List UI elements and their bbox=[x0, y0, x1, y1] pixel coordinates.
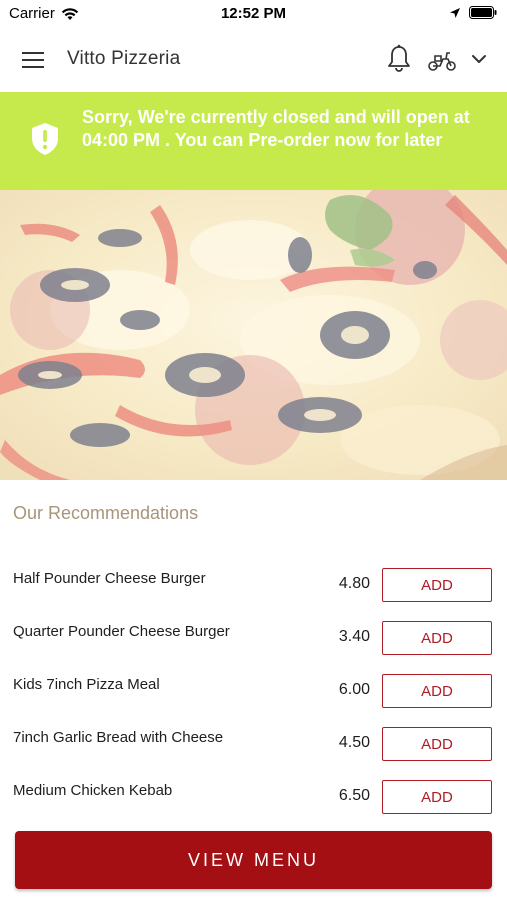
item-price: 3.40 bbox=[338, 628, 370, 645]
add-button[interactable]: ADD bbox=[382, 727, 492, 761]
add-button[interactable]: ADD bbox=[382, 674, 492, 708]
item-name: Half Pounder Cheese Burger bbox=[13, 570, 206, 587]
item-price: 6.50 bbox=[338, 787, 370, 804]
status-time: 12:52 PM bbox=[220, 5, 287, 22]
status-right bbox=[449, 6, 497, 19]
item-name: Quarter Pounder Cheese Burger bbox=[13, 623, 230, 640]
item-name: Medium Chicken Kebab bbox=[13, 782, 173, 799]
hero-overlay bbox=[0, 190, 507, 480]
item-price: 4.50 bbox=[338, 734, 370, 751]
view-menu-button[interactable]: VIEW MENU bbox=[15, 831, 492, 889]
app-header: Vitto Pizzeria bbox=[0, 28, 507, 92]
add-button[interactable]: ADD bbox=[382, 568, 492, 602]
closed-banner: Sorry, We're currently closed and will o… bbox=[0, 92, 507, 190]
shield-alert-icon bbox=[32, 123, 58, 155]
hero-pizza-image bbox=[0, 190, 507, 480]
status-bar: Carrier 12:52 PM bbox=[0, 0, 507, 28]
list-item: 7inch Garlic Bread with Cheese 4.50 ADD bbox=[0, 719, 507, 772]
list-item: Medium Chicken Kebab 6.50 ADD bbox=[0, 772, 507, 825]
chevron-down-icon[interactable] bbox=[470, 50, 488, 68]
hamburger-menu-icon[interactable] bbox=[20, 48, 48, 72]
list-item: Kids 7inch Pizza Meal 6.00 ADD bbox=[0, 666, 507, 719]
list-item: Half Pounder Cheese Burger 4.80 ADD bbox=[0, 560, 507, 613]
bell-icon[interactable] bbox=[385, 44, 413, 74]
battery-icon bbox=[469, 6, 497, 19]
list-item: Quarter Pounder Cheese Burger 3.40 ADD bbox=[0, 613, 507, 666]
item-name: Kids 7inch Pizza Meal bbox=[13, 676, 160, 693]
item-price: 6.00 bbox=[338, 681, 370, 698]
recommendations-title: Our Recommendations bbox=[13, 503, 199, 523]
page-title: Vitto Pizzeria bbox=[67, 48, 181, 69]
add-button[interactable]: ADD bbox=[382, 780, 492, 814]
item-price: 4.80 bbox=[338, 575, 370, 592]
closed-message: Sorry, We're currently closed and will o… bbox=[82, 107, 470, 150]
item-name: 7inch Garlic Bread with Cheese bbox=[13, 729, 224, 746]
scooter-icon[interactable] bbox=[426, 48, 458, 72]
location-arrow-icon bbox=[450, 7, 460, 18]
add-button[interactable]: ADD bbox=[382, 621, 492, 655]
